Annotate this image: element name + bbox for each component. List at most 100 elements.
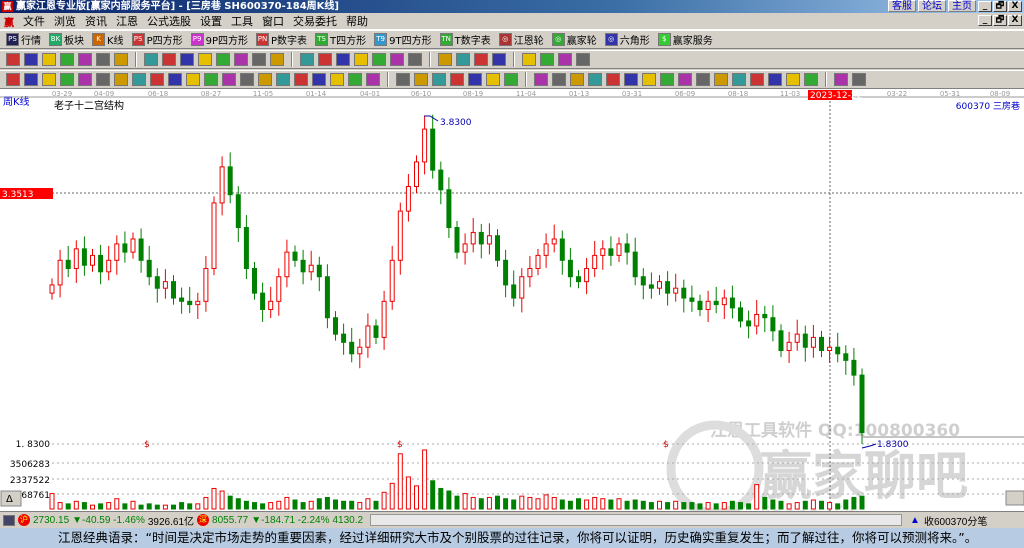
tool-icon[interactable] xyxy=(852,73,866,86)
tool-icon[interactable] xyxy=(696,73,710,86)
tool-icon[interactable] xyxy=(222,73,236,86)
minimize-button[interactable]: _ xyxy=(978,1,992,12)
tool-icon[interactable] xyxy=(132,73,146,86)
tool-icon[interactable] xyxy=(276,73,290,86)
menu-item[interactable]: 资讯 xyxy=(85,13,107,29)
tool-icon[interactable] xyxy=(642,73,656,86)
tool-icon[interactable] xyxy=(144,53,158,66)
tool-icon[interactable] xyxy=(768,73,782,86)
tool-icon[interactable] xyxy=(522,53,536,66)
tool-icon[interactable] xyxy=(312,73,326,86)
tool-icon[interactable] xyxy=(390,53,404,66)
tool-icon[interactable] xyxy=(42,53,56,66)
tool-icon[interactable] xyxy=(660,73,674,86)
tool-icon[interactable] xyxy=(576,53,590,66)
toolbar-button[interactable]: T9 9T四方形 xyxy=(374,32,432,47)
child-restore-button[interactable]: 🗗 xyxy=(993,15,1007,26)
tool-icon[interactable] xyxy=(234,53,248,66)
tool-icon[interactable] xyxy=(96,73,110,86)
tool-icon[interactable] xyxy=(786,73,800,86)
menu-item[interactable]: 公式选股 xyxy=(147,13,191,29)
restore-button[interactable]: 🗗 xyxy=(993,1,1007,12)
tool-icon[interactable] xyxy=(558,53,572,66)
tool-icon[interactable] xyxy=(270,53,284,66)
tool-icon[interactable] xyxy=(42,73,56,86)
toolbar-button[interactable]: ◎ 赢家轮 xyxy=(551,32,597,47)
tool-icon[interactable] xyxy=(318,53,332,66)
tool-icon[interactable] xyxy=(60,53,74,66)
tool-icon[interactable] xyxy=(24,73,38,86)
menu-item[interactable]: 文件 xyxy=(23,13,45,29)
close-button[interactable]: X xyxy=(1008,1,1022,12)
toolbar-button[interactable]: $ 赢家服务 xyxy=(657,32,713,47)
menu-item[interactable]: 江恩 xyxy=(116,13,138,29)
toolbar-button[interactable]: TS T四方形 xyxy=(315,32,366,47)
tool-icon[interactable] xyxy=(606,73,620,86)
tool-icon[interactable] xyxy=(804,73,818,86)
toolbar-button[interactable]: TN T数字表 xyxy=(439,32,491,47)
tool-icon[interactable] xyxy=(294,73,308,86)
tool-icon[interactable] xyxy=(6,73,20,86)
tool-icon[interactable] xyxy=(624,73,638,86)
tool-icon[interactable] xyxy=(186,73,200,86)
tool-icon[interactable] xyxy=(678,73,692,86)
tool-icon[interactable] xyxy=(162,53,176,66)
tool-icon[interactable] xyxy=(468,73,482,86)
tool-icon[interactable] xyxy=(834,73,848,86)
tool-icon[interactable] xyxy=(450,73,464,86)
toolbar-button[interactable]: P9 9P四方形 xyxy=(190,32,248,47)
tool-icon[interactable] xyxy=(534,73,548,86)
tool-icon[interactable] xyxy=(252,53,266,66)
tick-detail-label[interactable]: 收600370分笔 xyxy=(924,513,987,528)
tool-icon[interactable] xyxy=(372,53,386,66)
tool-icon[interactable] xyxy=(750,73,764,86)
tool-icon[interactable] xyxy=(366,73,380,86)
toolbar-button[interactable]: BK 板块 xyxy=(49,32,84,47)
toolbar-button[interactable]: PN P数字表 xyxy=(256,32,307,47)
tool-icon[interactable] xyxy=(348,73,362,86)
toolbar-button[interactable]: PS P四方形 xyxy=(131,32,183,47)
toolbar-button[interactable]: K K线 xyxy=(92,32,124,47)
tool-icon[interactable] xyxy=(24,53,38,66)
menu-item[interactable]: 工具 xyxy=(231,13,253,29)
tool-icon[interactable] xyxy=(114,73,128,86)
scroll-right-icon[interactable] xyxy=(1005,490,1024,506)
tool-icon[interactable] xyxy=(78,73,92,86)
menu-item[interactable]: 浏览 xyxy=(54,13,76,29)
child-minimize-button[interactable]: _ xyxy=(978,15,992,26)
tool-icon[interactable] xyxy=(330,73,344,86)
tool-icon[interactable] xyxy=(432,73,446,86)
tool-icon[interactable] xyxy=(168,73,182,86)
tool-icon[interactable] xyxy=(300,53,314,66)
tool-icon[interactable] xyxy=(504,73,518,86)
tool-icon[interactable] xyxy=(588,73,602,86)
link-home[interactable]: 主页 xyxy=(948,0,976,12)
tool-icon[interactable] xyxy=(438,53,452,66)
tool-icon[interactable] xyxy=(396,73,410,86)
tool-icon[interactable] xyxy=(486,73,500,86)
toolbar-button[interactable]: ◎ 江恩轮 xyxy=(498,32,544,47)
tool-icon[interactable] xyxy=(78,53,92,66)
tool-icon[interactable] xyxy=(114,53,128,66)
tool-icon[interactable] xyxy=(96,53,110,66)
menu-item[interactable]: 帮助 xyxy=(346,13,368,29)
tool-icon[interactable] xyxy=(258,73,272,86)
link-support[interactable]: 客服 xyxy=(888,0,916,12)
kline-chart[interactable]: 03-29 04-09 06-18 08-27 11-05 01-14 04-01 06-10… xyxy=(0,89,1024,511)
tool-icon[interactable] xyxy=(336,53,350,66)
toolbar-button[interactable]: PS 行情 xyxy=(6,32,41,47)
tool-icon[interactable] xyxy=(408,53,422,66)
tool-icon[interactable] xyxy=(240,73,254,86)
tool-icon[interactable] xyxy=(60,73,74,86)
menu-item[interactable]: 设置 xyxy=(200,13,222,29)
horizontal-scrollbar[interactable] xyxy=(370,514,902,526)
corner-button[interactable]: Δ xyxy=(6,494,13,505)
tool-icon[interactable] xyxy=(354,53,368,66)
child-close-button[interactable]: X xyxy=(1008,15,1022,26)
tool-icon[interactable] xyxy=(456,53,470,66)
tool-icon[interactable] xyxy=(474,53,488,66)
tool-icon[interactable] xyxy=(732,73,746,86)
tool-icon[interactable] xyxy=(714,73,728,86)
tool-icon[interactable] xyxy=(180,53,194,66)
tool-icon[interactable] xyxy=(492,53,506,66)
